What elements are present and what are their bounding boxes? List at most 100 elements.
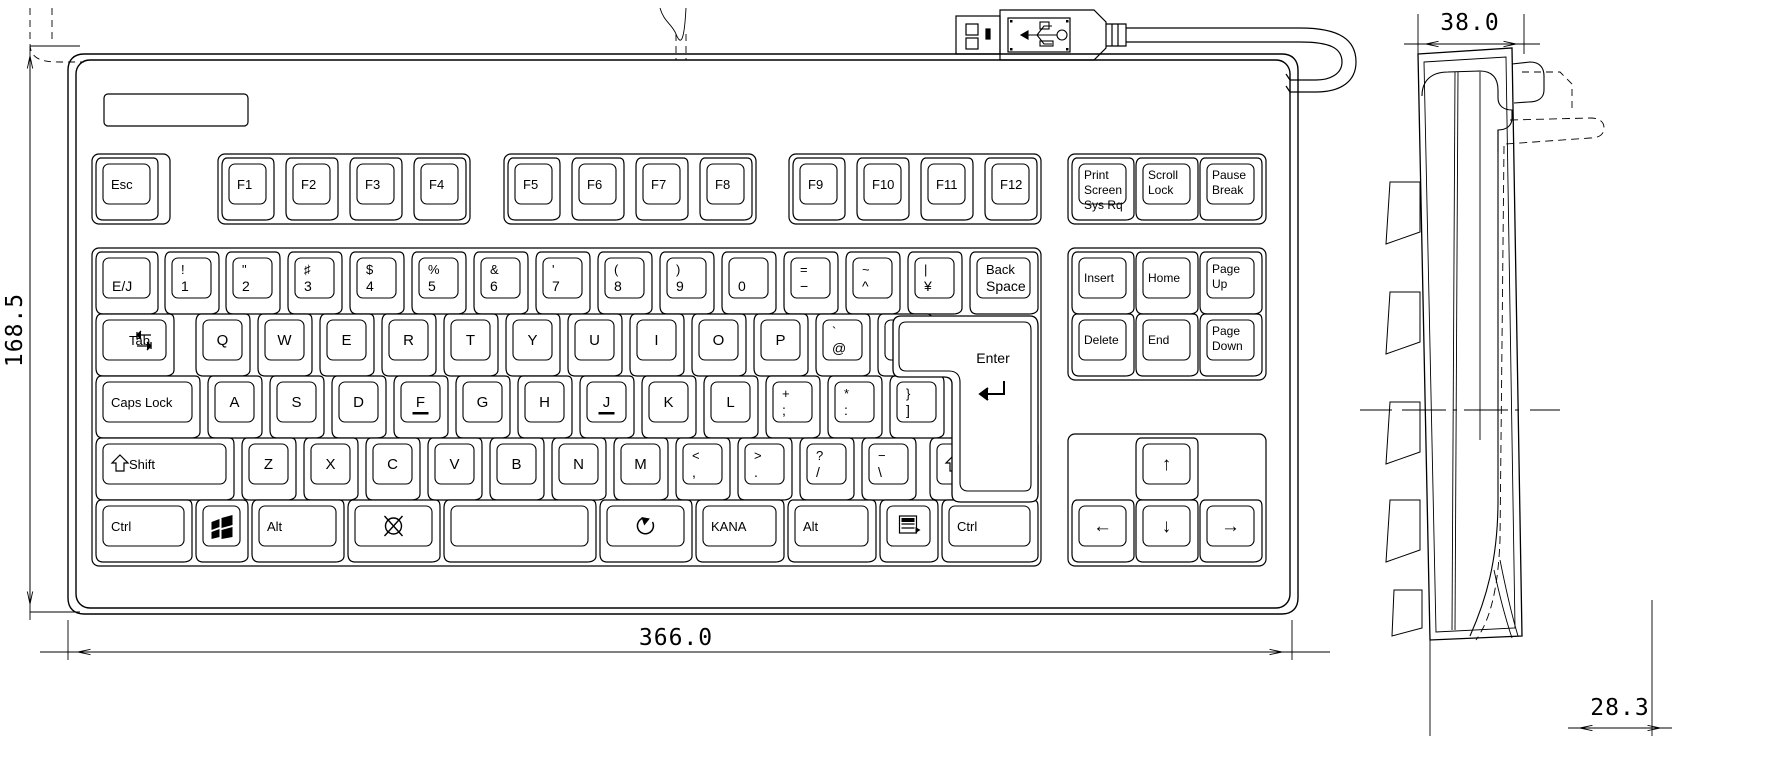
key-menu[interactable]: [879, 499, 939, 563]
key-key-c[interactable]: C: [365, 437, 421, 501]
key-ctrl-left[interactable]: Ctrl: [95, 499, 193, 563]
key-key-v[interactable]: V: [427, 437, 483, 501]
key-arrow-left[interactable]: ←: [1071, 499, 1135, 563]
key-f9[interactable]: F9: [792, 157, 846, 221]
key-key-comma[interactable]: <,: [675, 437, 731, 501]
key-key-0[interactable]: 0: [721, 251, 777, 315]
key-key-i[interactable]: I: [629, 313, 685, 377]
key-space[interactable]: [443, 499, 597, 563]
key-key-9[interactable]: )9: [659, 251, 715, 315]
key-key-p[interactable]: P: [753, 313, 809, 377]
key-label: !: [181, 262, 185, 277]
key-windows-left[interactable]: [195, 499, 249, 563]
key-page-up[interactable]: PageUp: [1199, 251, 1263, 315]
key-f3[interactable]: F3: [349, 157, 403, 221]
key-label: ^: [862, 278, 869, 294]
key-page-down[interactable]: PageDown: [1199, 313, 1263, 377]
key-key-n[interactable]: N: [551, 437, 607, 501]
key-key-m[interactable]: M: [613, 437, 669, 501]
key-insert[interactable]: Insert: [1071, 251, 1135, 315]
key-key-b[interactable]: B: [489, 437, 545, 501]
key-label: 0: [738, 278, 746, 294]
key-key-bracket-right[interactable]: }]: [889, 375, 945, 439]
key-key-at[interactable]: `@: [815, 313, 871, 377]
key-arrow-up[interactable]: ↑: [1135, 437, 1199, 501]
key-label: L: [726, 394, 734, 411]
key-key-h[interactable]: H: [517, 375, 573, 439]
key-key-colon[interactable]: *:: [827, 375, 883, 439]
key-f4[interactable]: F4: [413, 157, 467, 221]
key-key-k[interactable]: K: [641, 375, 697, 439]
indicator-panel: [103, 93, 249, 127]
key-key-7[interactable]: '7: [535, 251, 591, 315]
key-arrow-right[interactable]: →: [1199, 499, 1263, 563]
key-arrow-down[interactable]: ↓: [1135, 499, 1199, 563]
key-alt-left[interactable]: Alt: [251, 499, 345, 563]
key-key-q[interactable]: Q: [195, 313, 251, 377]
key-label: ": [242, 262, 247, 277]
key-f10[interactable]: F10: [856, 157, 910, 221]
key-f1[interactable]: F1: [221, 157, 275, 221]
key-key-caret[interactable]: ~^: [845, 251, 901, 315]
key-home[interactable]: Home: [1135, 251, 1199, 315]
key-label: 1: [181, 278, 189, 294]
key-backspace[interactable]: BackSpace: [969, 251, 1039, 315]
key-alt-right[interactable]: Alt: [787, 499, 877, 563]
key-key-t[interactable]: T: [443, 313, 499, 377]
key-key-4[interactable]: $4: [349, 251, 405, 315]
key-key-yen[interactable]: |¥: [907, 251, 963, 315]
key-delete[interactable]: Delete: [1071, 313, 1135, 377]
key-f6[interactable]: F6: [571, 157, 625, 221]
key-label: M: [634, 456, 647, 473]
key-key-5[interactable]: %5: [411, 251, 467, 315]
key-label: 5: [428, 278, 436, 294]
key-key-r[interactable]: R: [381, 313, 437, 377]
key-f8[interactable]: F8: [699, 157, 753, 221]
key-key-u[interactable]: U: [567, 313, 623, 377]
key-key-f[interactable]: F: [393, 375, 449, 439]
key-key-g[interactable]: G: [455, 375, 511, 439]
key-label: ~: [862, 262, 870, 277]
key-key-a[interactable]: A: [207, 375, 263, 439]
key-key-d[interactable]: D: [331, 375, 387, 439]
key-key-w[interactable]: W: [257, 313, 313, 377]
key-end[interactable]: End: [1135, 313, 1199, 377]
key-ctrl-right[interactable]: Ctrl: [941, 499, 1039, 563]
key-tab[interactable]: Tab: [95, 313, 175, 377]
key-esc[interactable]: Esc: [95, 157, 159, 221]
key-f5[interactable]: F5: [507, 157, 561, 221]
key-key-2[interactable]: "2: [225, 251, 281, 315]
key-key-period[interactable]: >.: [737, 437, 793, 501]
key-label: Enter: [976, 350, 1010, 366]
key-key-1[interactable]: !1: [164, 251, 220, 315]
key-key-s[interactable]: S: [269, 375, 325, 439]
key-eisu-kana-toggle[interactable]: E/J: [95, 251, 159, 315]
key-shift-left[interactable]: Shift: [95, 437, 235, 501]
key-f2[interactable]: F2: [285, 157, 339, 221]
key-key-semicolon[interactable]: +;: [765, 375, 821, 439]
key-f11[interactable]: F11: [920, 157, 974, 221]
key-henkan[interactable]: [599, 499, 693, 563]
key-scroll-lock[interactable]: ScrollLock: [1135, 157, 1199, 221]
key-key-o[interactable]: O: [691, 313, 747, 377]
key-f12[interactable]: F12: [984, 157, 1038, 221]
key-key-x[interactable]: X: [303, 437, 359, 501]
key-key-minus[interactable]: =−: [783, 251, 839, 315]
key-muhenkan[interactable]: [347, 499, 441, 563]
key-key-3[interactable]: ♯3: [287, 251, 343, 315]
key-key-6[interactable]: &6: [473, 251, 529, 315]
key-label: T: [466, 332, 475, 349]
key-pause-break[interactable]: PauseBreak: [1199, 157, 1263, 221]
key-kana[interactable]: KANA: [695, 499, 785, 563]
key-key-l[interactable]: L: [703, 375, 759, 439]
key-print-screen[interactable]: PrintScreenSys Rq: [1071, 157, 1135, 221]
key-key-slash[interactable]: ?/: [799, 437, 855, 501]
key-key-8[interactable]: (8: [597, 251, 653, 315]
key-key-z[interactable]: Z: [241, 437, 297, 501]
key-f7[interactable]: F7: [635, 157, 689, 221]
key-key-backslash-ro[interactable]: −\: [861, 437, 917, 501]
key-key-j[interactable]: J: [579, 375, 635, 439]
key-key-y[interactable]: Y: [505, 313, 561, 377]
key-caps-lock[interactable]: Caps Lock: [95, 375, 201, 439]
key-key-e[interactable]: E: [319, 313, 375, 377]
